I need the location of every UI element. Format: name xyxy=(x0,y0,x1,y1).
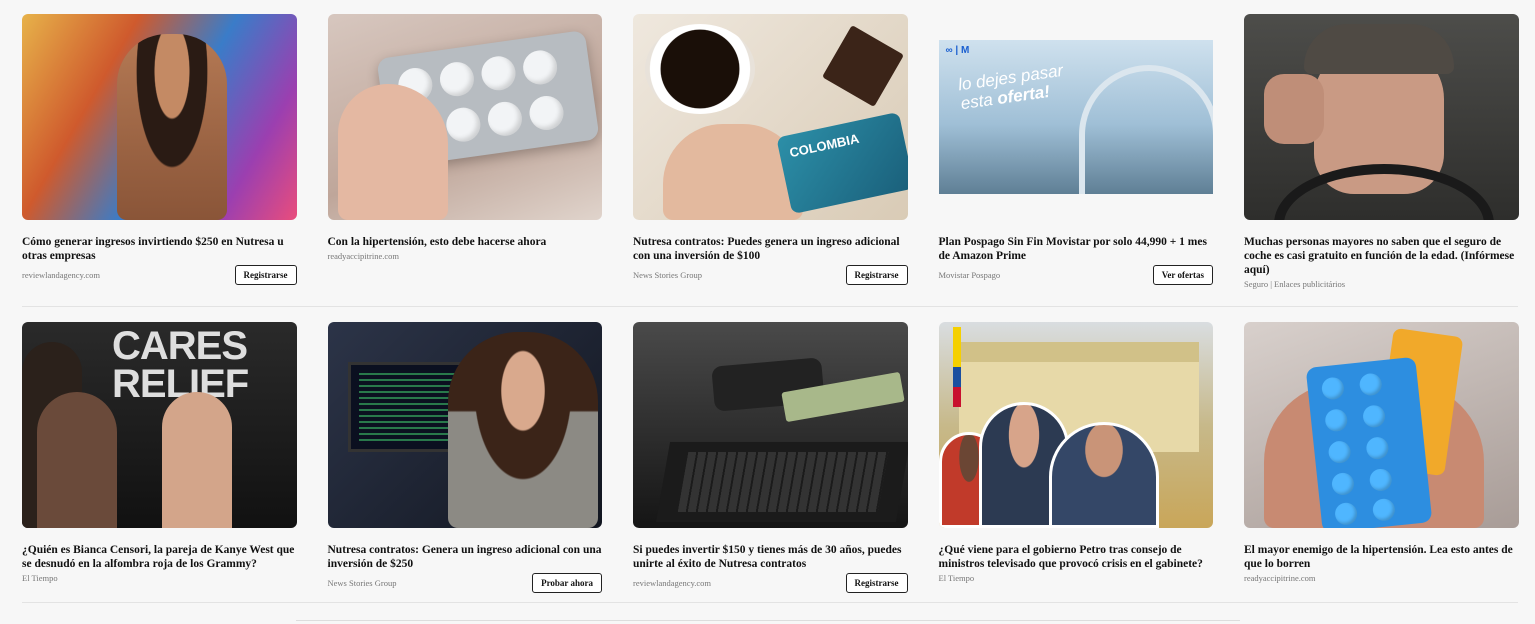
register-button[interactable]: Registrarse xyxy=(845,265,908,285)
ad-card[interactable]: Con la hipertensión, esto debe hacerse a… xyxy=(327,14,603,294)
card-source: News Stories Group xyxy=(327,578,397,588)
bottom-divider xyxy=(296,620,1240,621)
recommendation-row-1: Cómo generar ingresos invirtiendo $250 e… xyxy=(22,14,1519,294)
card-title[interactable]: El mayor enemigo de la hipertensión. Lea… xyxy=(1244,543,1519,571)
red-carpet-photo[interactable]: CARES RELIEF xyxy=(22,322,297,528)
card-source: Seguro | Enlaces publicitários xyxy=(1244,279,1346,289)
elderly-driver-photo[interactable] xyxy=(1244,14,1519,220)
card-source: Movistar Pospago xyxy=(938,270,1001,280)
card-title[interactable]: ¿Qué viene para el gobierno Petro tras c… xyxy=(939,543,1214,571)
card-title[interactable]: Si puedes invertir $150 y tienes más de … xyxy=(633,543,908,571)
card-source: News Stories Group xyxy=(633,270,702,280)
try-now-button[interactable]: Probar ahora xyxy=(532,573,602,593)
ad-card[interactable]: Muchas personas mayores no saben que el … xyxy=(1244,14,1519,294)
credit-card-image: COLOMBIA xyxy=(776,111,908,215)
ad-card[interactable]: ∞ | M lo dejes pasar esta oferta! Plan Po… xyxy=(938,14,1214,294)
card-source: readyaccipitrine.com xyxy=(1244,573,1316,583)
politicians-collage-photo[interactable] xyxy=(938,322,1213,528)
register-button[interactable]: Registrarse xyxy=(845,573,908,593)
ad-card[interactable]: El mayor enemigo de la hipertensión. Lea… xyxy=(1244,322,1519,602)
card-title[interactable]: Muchas personas mayores no saben que el … xyxy=(1244,235,1519,277)
ad-card[interactable]: Nutresa contratos: Genera un ingreso adi… xyxy=(327,322,603,602)
register-button[interactable]: Registrarse xyxy=(234,265,297,285)
woman-with-money-photo[interactable] xyxy=(22,14,297,220)
ad-card[interactable]: COLOMBIA Nutresa contratos: Puedes gener… xyxy=(633,14,908,294)
card-title[interactable]: ¿Quién es Bianca Censori, la pareja de K… xyxy=(22,543,297,571)
ad-card[interactable]: ¿Qué viene para el gobierno Petro tras c… xyxy=(938,322,1214,602)
card-source: El Tiempo xyxy=(22,573,58,583)
recommendation-row-2: CARES RELIEF ¿Quién es Bianca Censori, l… xyxy=(22,322,1519,602)
card-title[interactable]: Plan Pospago Sin Fin Movistar por solo 4… xyxy=(939,235,1214,263)
card-source: reviewlandagency.com xyxy=(22,270,101,280)
ad-card[interactable]: Cómo generar ingresos invirtiendo $250 e… xyxy=(22,14,297,294)
card-title[interactable]: Con la hipertensión, esto debe hacerse a… xyxy=(328,235,603,249)
blue-pills-photo[interactable] xyxy=(1244,322,1519,528)
ad-card[interactable]: Si puedes invertir $150 y tienes más de … xyxy=(633,322,908,602)
movistar-logo-icon: ∞ | M xyxy=(945,45,970,56)
card-title[interactable]: Nutresa contratos: Puedes genera un ingr… xyxy=(633,235,908,263)
card-title[interactable]: Cómo generar ingresos invirtiendo $250 e… xyxy=(22,235,297,263)
row-divider xyxy=(22,602,1518,603)
coffee-and-card-photo[interactable]: COLOMBIA xyxy=(633,14,908,220)
row-divider xyxy=(22,306,1518,307)
event-sign-text: CARES RELIEF xyxy=(112,324,249,406)
card-source: El Tiempo xyxy=(938,573,975,583)
banner-text-line-2: esta xyxy=(959,89,999,114)
card-source: readyaccipitrine.com xyxy=(327,251,400,261)
ad-card[interactable]: CARES RELIEF ¿Quién es Bianca Censori, l… xyxy=(22,322,297,602)
movistar-ad-banner[interactable]: ∞ | M lo dejes pasar esta oferta! xyxy=(938,14,1213,220)
card-title[interactable]: Nutresa contratos: Genera un ingreso adi… xyxy=(328,543,603,571)
card-source: reviewlandagency.com xyxy=(633,578,712,588)
laptop-money-photo[interactable] xyxy=(633,322,908,528)
woman-at-computer-photo[interactable] xyxy=(327,322,602,528)
view-offers-button[interactable]: Ver ofertas xyxy=(1152,265,1213,285)
pill-blister-photo[interactable] xyxy=(327,14,602,220)
